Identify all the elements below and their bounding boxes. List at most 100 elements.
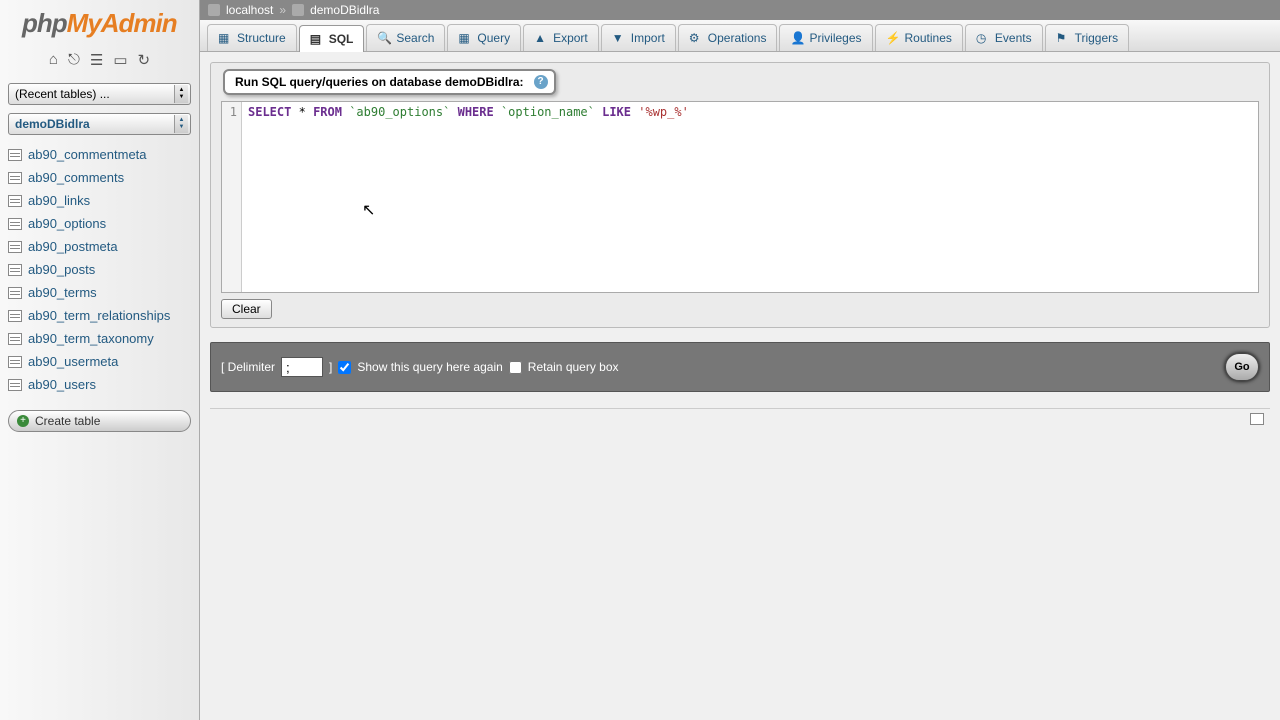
table-icon [8,264,22,276]
table-name: ab90_commentmeta [28,145,147,164]
tab-label: Export [553,31,588,45]
help-icon[interactable]: ? [534,75,548,89]
tab-label: Events [995,31,1032,45]
retain-checkbox[interactable] [509,361,522,374]
table-icon [8,379,22,391]
delimiter-input[interactable] [281,357,323,377]
operations-icon: ⚙ [689,31,703,45]
table-link[interactable]: ab90_term_relationships [6,304,199,327]
table-link[interactable]: ab90_options [6,212,199,235]
tab-label: Triggers [1075,31,1119,45]
table-icon [8,218,22,230]
table-name: ab90_postmeta [28,237,118,256]
docs-icon[interactable]: ▭ [113,51,127,69]
tab-label: Routines [905,31,952,45]
tab-label: SQL [329,32,354,46]
main: localhost » demoDBidlra ▦ Structure ▤ SQL 🔍 S… [200,0,1280,720]
sql-icon: ▤ [310,32,324,46]
server-icon [208,4,220,16]
show-again-label[interactable]: Show this query here again [357,360,502,374]
table-link[interactable]: ab90_postmeta [6,235,199,258]
table-name: ab90_usermeta [28,352,118,371]
tab-label: Query [477,31,510,45]
reload-icon[interactable]: ↻ [138,51,151,69]
clear-button[interactable]: Clear [221,299,272,319]
table-icon [8,195,22,207]
sql-panel: Run SQL query/queries on database demoDB… [210,62,1270,328]
table-link[interactable]: ab90_commentmeta [6,143,199,166]
table-icon [8,149,22,161]
query-window-icon[interactable]: ☰ [90,51,103,69]
recent-tables-select[interactable]: (Recent tables) ... ▲▼ [8,83,191,105]
table-icon [8,310,22,322]
tab-events[interactable]: ◷ Events [965,24,1043,51]
go-button[interactable]: Go [1225,353,1259,381]
table-link[interactable]: ab90_comments [6,166,199,189]
logo[interactable]: phpMyAdmin [0,0,199,45]
logout-icon[interactable]: ⎋ [68,51,80,69]
database-icon [292,4,304,16]
table-icon [8,172,22,184]
breadcrumb-db[interactable]: demoDBidlra [310,3,379,17]
table-icon [8,333,22,345]
structure-icon: ▦ [218,31,232,45]
routines-icon: ⚡ [886,31,900,45]
plus-icon: + [17,415,29,427]
open-window-icon[interactable] [1250,413,1264,425]
database-select[interactable]: demoDBidlra ▲▼ [8,113,191,135]
tab-export[interactable]: ▲ Export [523,24,599,51]
table-name: ab90_term_taxonomy [28,329,154,348]
table-name: ab90_options [28,214,106,233]
retain-label[interactable]: Retain query box [528,360,619,374]
delimiter-close: ] [329,360,332,374]
breadcrumb-host[interactable]: localhost [226,3,273,17]
delimiter-label: [ Delimiter [221,360,275,374]
sql-editor[interactable]: 1 SELECT * FROM `ab90_options` WHERE `op… [221,101,1259,293]
create-table-button[interactable]: + Create table [8,410,191,432]
table-name: ab90_comments [28,168,124,187]
options-bar: [ Delimiter ] Show this query here again… [210,342,1270,392]
tab-triggers[interactable]: ⚑ Triggers [1045,24,1130,51]
table-link[interactable]: ab90_users [6,373,199,396]
tab-structure[interactable]: ▦ Structure [207,24,297,51]
table-icon [8,241,22,253]
tab-operations[interactable]: ⚙Operations [678,24,778,51]
table-link[interactable]: ab90_term_taxonomy [6,327,199,350]
panel-title: Run SQL query/queries on database demoDB… [223,69,556,95]
show-again-checkbox[interactable] [338,361,351,374]
table-link[interactable]: ab90_links [6,189,199,212]
table-name: ab90_posts [28,260,95,279]
line-gutter: 1 [222,102,242,292]
table-name: ab90_links [28,191,90,210]
table-link[interactable]: ab90_posts [6,258,199,281]
table-name: ab90_users [28,375,96,394]
tab-privileges[interactable]: 👤 Privileges [779,24,872,51]
tab-import[interactable]: ▼ Import [601,24,676,51]
tab-routines[interactable]: ⚡ Routines [875,24,963,51]
table-icon [8,287,22,299]
tab-sql[interactable]: ▤ SQL [299,25,365,52]
privileges-icon: 👤 [790,31,804,45]
table-icon [8,356,22,368]
tab-label: Search [396,31,434,45]
tab-label: Import [631,31,665,45]
events-icon: ◷ [976,31,990,45]
table-name: ab90_term_relationships [28,306,170,325]
footer-bar [210,408,1270,429]
export-icon: ▲ [534,31,548,45]
table-list: ab90_commentmeta ab90_comments ab90_linksa… [0,139,199,404]
table-name: ab90_terms [28,283,97,302]
breadcrumb: localhost » demoDBidlra [200,0,1280,20]
tab-label: Privileges [809,31,861,45]
home-icon[interactable]: ⌂ [49,51,58,69]
sql-code[interactable]: SELECT * FROM `ab90_options` WHERE `opti… [242,102,695,292]
search-icon: 🔍 [377,31,391,45]
tab-search[interactable]: 🔍 Search [366,24,445,51]
table-link[interactable]: ab90_terms [6,281,199,304]
triggers-icon: ⚑ [1056,31,1070,45]
sidebar-icon-row: ⌂ ⎋ ☰ ▭ ↻ [0,45,199,79]
import-icon: ▼ [612,31,626,45]
tab-label: Structure [237,31,286,45]
table-link[interactable]: ab90_usermeta [6,350,199,373]
tab-query[interactable]: ▦Query [447,24,521,51]
